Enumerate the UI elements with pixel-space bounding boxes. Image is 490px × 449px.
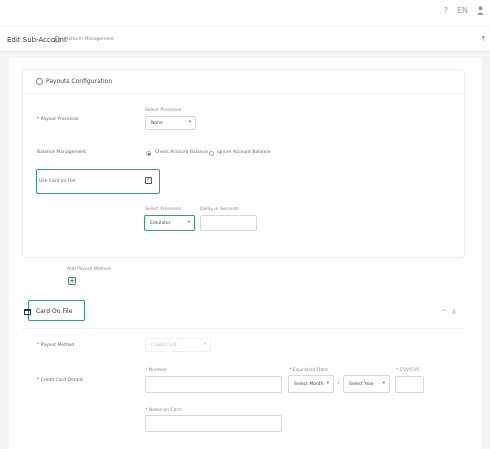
breadcrumb[interactable]: Platform Management	[64, 37, 114, 42]
expiration-caption: * Expiration Date	[289, 368, 328, 373]
add-payout-method-label: Add Payout Method	[67, 267, 111, 272]
card-on-file-title: Card On File	[36, 308, 73, 315]
payout-method-select[interactable]: Credit Card ▾	[145, 338, 211, 352]
delay-caption: Delay in Seconds	[200, 207, 239, 212]
payout-processor-value: None	[151, 121, 163, 126]
main-content: Payouts Configuration * Payout Processor…	[9, 58, 482, 449]
card-number-input[interactable]	[145, 376, 282, 393]
credit-card-details-label: * Credit Card Details	[37, 378, 84, 383]
payout-processor-select[interactable]: None ▾	[145, 116, 196, 130]
use-card-on-file-checkbox[interactable]: ✓	[145, 177, 152, 184]
expiration-month-select[interactable]: Select Month ▾	[288, 375, 334, 393]
number-caption: * Number	[145, 368, 167, 373]
close-section-icon[interactable]: X	[452, 309, 456, 316]
expiration-separator: /	[338, 381, 340, 386]
year-value: Select Year	[349, 382, 374, 387]
card-processor-caption: Select Processor	[145, 207, 182, 212]
user-icon[interactable]	[477, 6, 484, 15]
chevron-down-icon: ▾	[382, 381, 385, 386]
collapse-icon[interactable]: ⤒	[482, 35, 485, 44]
name-on-card-input[interactable]	[145, 415, 282, 432]
language-selector[interactable]: EN	[457, 6, 468, 15]
ignore-balance-radio[interactable]	[209, 151, 214, 156]
collapse-section-icon[interactable]: ^	[441, 309, 446, 316]
credit-card-icon	[24, 309, 31, 315]
home-icon[interactable]	[53, 35, 61, 43]
cvv-input[interactable]	[395, 376, 424, 393]
check-balance-radio[interactable]	[146, 151, 151, 156]
gear-icon	[36, 78, 43, 85]
chevron-down-icon: ▾	[188, 120, 191, 125]
top-icons: ? EN	[444, 6, 484, 15]
chevron-down-icon: ▾	[203, 342, 206, 347]
add-payout-method-button[interactable]: +	[68, 277, 76, 285]
payout-method-value: Credit Card	[151, 343, 177, 348]
cvv-caption: * CVV/CVC	[396, 368, 420, 373]
card-processor-select[interactable]: Emulator ▾	[144, 215, 195, 231]
name-on-card-caption: * Name on Card	[145, 408, 181, 413]
card-processor-value: Emulator	[150, 221, 171, 226]
check-balance-label: Check Account Balance	[155, 150, 208, 155]
payout-processor-label: * Payout Processor	[37, 117, 80, 122]
use-card-on-file-highlight: Use Card on File ✓	[36, 169, 160, 194]
payout-method-label: * Payout Method	[37, 343, 75, 348]
ignore-balance-label: Ignore Account Balance	[217, 150, 271, 155]
expiration-year-select[interactable]: Select Year ▾	[343, 375, 390, 393]
use-card-on-file-label: Use Card on File	[39, 179, 76, 184]
chevron-down-icon: ▾	[326, 381, 329, 386]
payouts-card-header: Payouts Configuration	[23, 70, 464, 94]
title-bar: Edit Sub-Account Platform Management ⤒	[0, 26, 490, 52]
chevron-down-icon: ▾	[187, 220, 190, 225]
help-icon[interactable]: ?	[444, 6, 448, 15]
payouts-title: Payouts Configuration	[46, 78, 113, 85]
month-value: Select Month	[294, 382, 324, 387]
delay-input[interactable]	[200, 215, 257, 231]
top-bar: ? EN	[0, 0, 490, 26]
select-processor-caption: Select Processor	[145, 108, 182, 113]
card-on-file-divider	[22, 328, 465, 329]
balance-management-label: Balance Management	[37, 150, 87, 155]
